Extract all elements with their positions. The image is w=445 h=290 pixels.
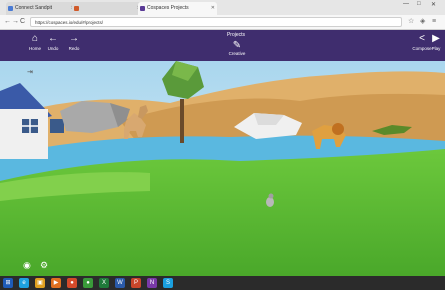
onenote-icon[interactable]: N xyxy=(147,278,157,288)
tree-trunk xyxy=(180,99,184,143)
app-toolbar: ⌂ Home ← Undo → Redo Projects ✎ Creative… xyxy=(0,30,445,61)
tab-label: Connect Sandpit xyxy=(15,5,52,11)
browser-address-bar: ← → C https://cospaces.io/edu/#/projects… xyxy=(0,15,445,30)
ie-icon[interactable]: e xyxy=(19,278,29,288)
menu-icon[interactable]: ≡ xyxy=(432,17,436,27)
play-label: Play xyxy=(431,46,441,51)
powerpoint-icon[interactable]: P xyxy=(131,278,141,288)
play-button[interactable]: ▶ Play xyxy=(427,33,445,51)
redo-label: Redo xyxy=(68,46,80,51)
tab-label: Cospaces Projects xyxy=(147,5,189,11)
browser-tab-cospaces[interactable]: Cospaces Projects ✕ xyxy=(138,2,217,15)
reload-icon[interactable]: C xyxy=(20,17,25,27)
camera-icon[interactable]: ◉ xyxy=(23,260,31,271)
media-icon[interactable]: ▶ xyxy=(51,278,61,288)
scene-viewport[interactable]: ◉ ⚙ xyxy=(0,61,445,276)
browser-tab-second[interactable]: ✕ xyxy=(72,2,143,15)
tab-close-icon[interactable]: ✕ xyxy=(211,2,215,15)
project-title: Projects xyxy=(226,32,246,38)
ruler-icon[interactable]: ⇥ xyxy=(27,68,33,76)
excel-icon[interactable]: X xyxy=(99,278,109,288)
scene-canvas[interactable] xyxy=(0,61,445,276)
back-icon[interactable]: ← xyxy=(4,17,11,27)
forward-icon[interactable]: → xyxy=(12,17,19,27)
tab-favicon-icon xyxy=(140,6,145,11)
windows-taskbar: ⊞ e ▣ ▶ ● ● X W P N S xyxy=(0,276,445,290)
close-window-icon[interactable]: ✕ xyxy=(431,1,436,8)
minimize-icon[interactable]: — xyxy=(403,1,409,7)
chrome-icon[interactable]: ● xyxy=(83,278,93,288)
browser-tab-strip: Connect Sandpit ✕ ✕ Cospaces Projects ✕ … xyxy=(0,0,445,16)
tab-favicon-icon xyxy=(8,6,13,11)
star-icon[interactable]: ☆ xyxy=(408,17,414,27)
small-bird xyxy=(266,197,274,207)
create-label: Creative xyxy=(228,51,246,56)
browser-tab-sandpit[interactable]: Connect Sandpit ✕ xyxy=(6,2,77,15)
redo-button[interactable]: → Redo xyxy=(61,33,87,51)
play-icon: ▶ xyxy=(432,33,440,44)
tab-favicon-icon xyxy=(74,6,79,11)
skype-icon[interactable]: S xyxy=(163,278,173,288)
url-input[interactable]: https://cospaces.io/edu/#/projects/ xyxy=(30,17,402,27)
house-wall xyxy=(0,109,48,159)
pencil-icon: ✎ xyxy=(232,40,242,51)
app-icon[interactable]: ● xyxy=(67,278,77,288)
explorer-icon[interactable]: ▣ xyxy=(35,278,45,288)
maximize-icon[interactable]: □ xyxy=(417,1,421,7)
create-button[interactable]: ✎ Creative xyxy=(223,40,251,56)
word-icon[interactable]: W xyxy=(115,278,125,288)
house-window-2 xyxy=(50,119,64,133)
redo-icon: → xyxy=(69,33,79,44)
start-icon[interactable]: ⊞ xyxy=(3,278,13,288)
extension-icon[interactable]: ◈ xyxy=(420,17,425,27)
settings-icon[interactable]: ⚙ xyxy=(40,260,48,271)
